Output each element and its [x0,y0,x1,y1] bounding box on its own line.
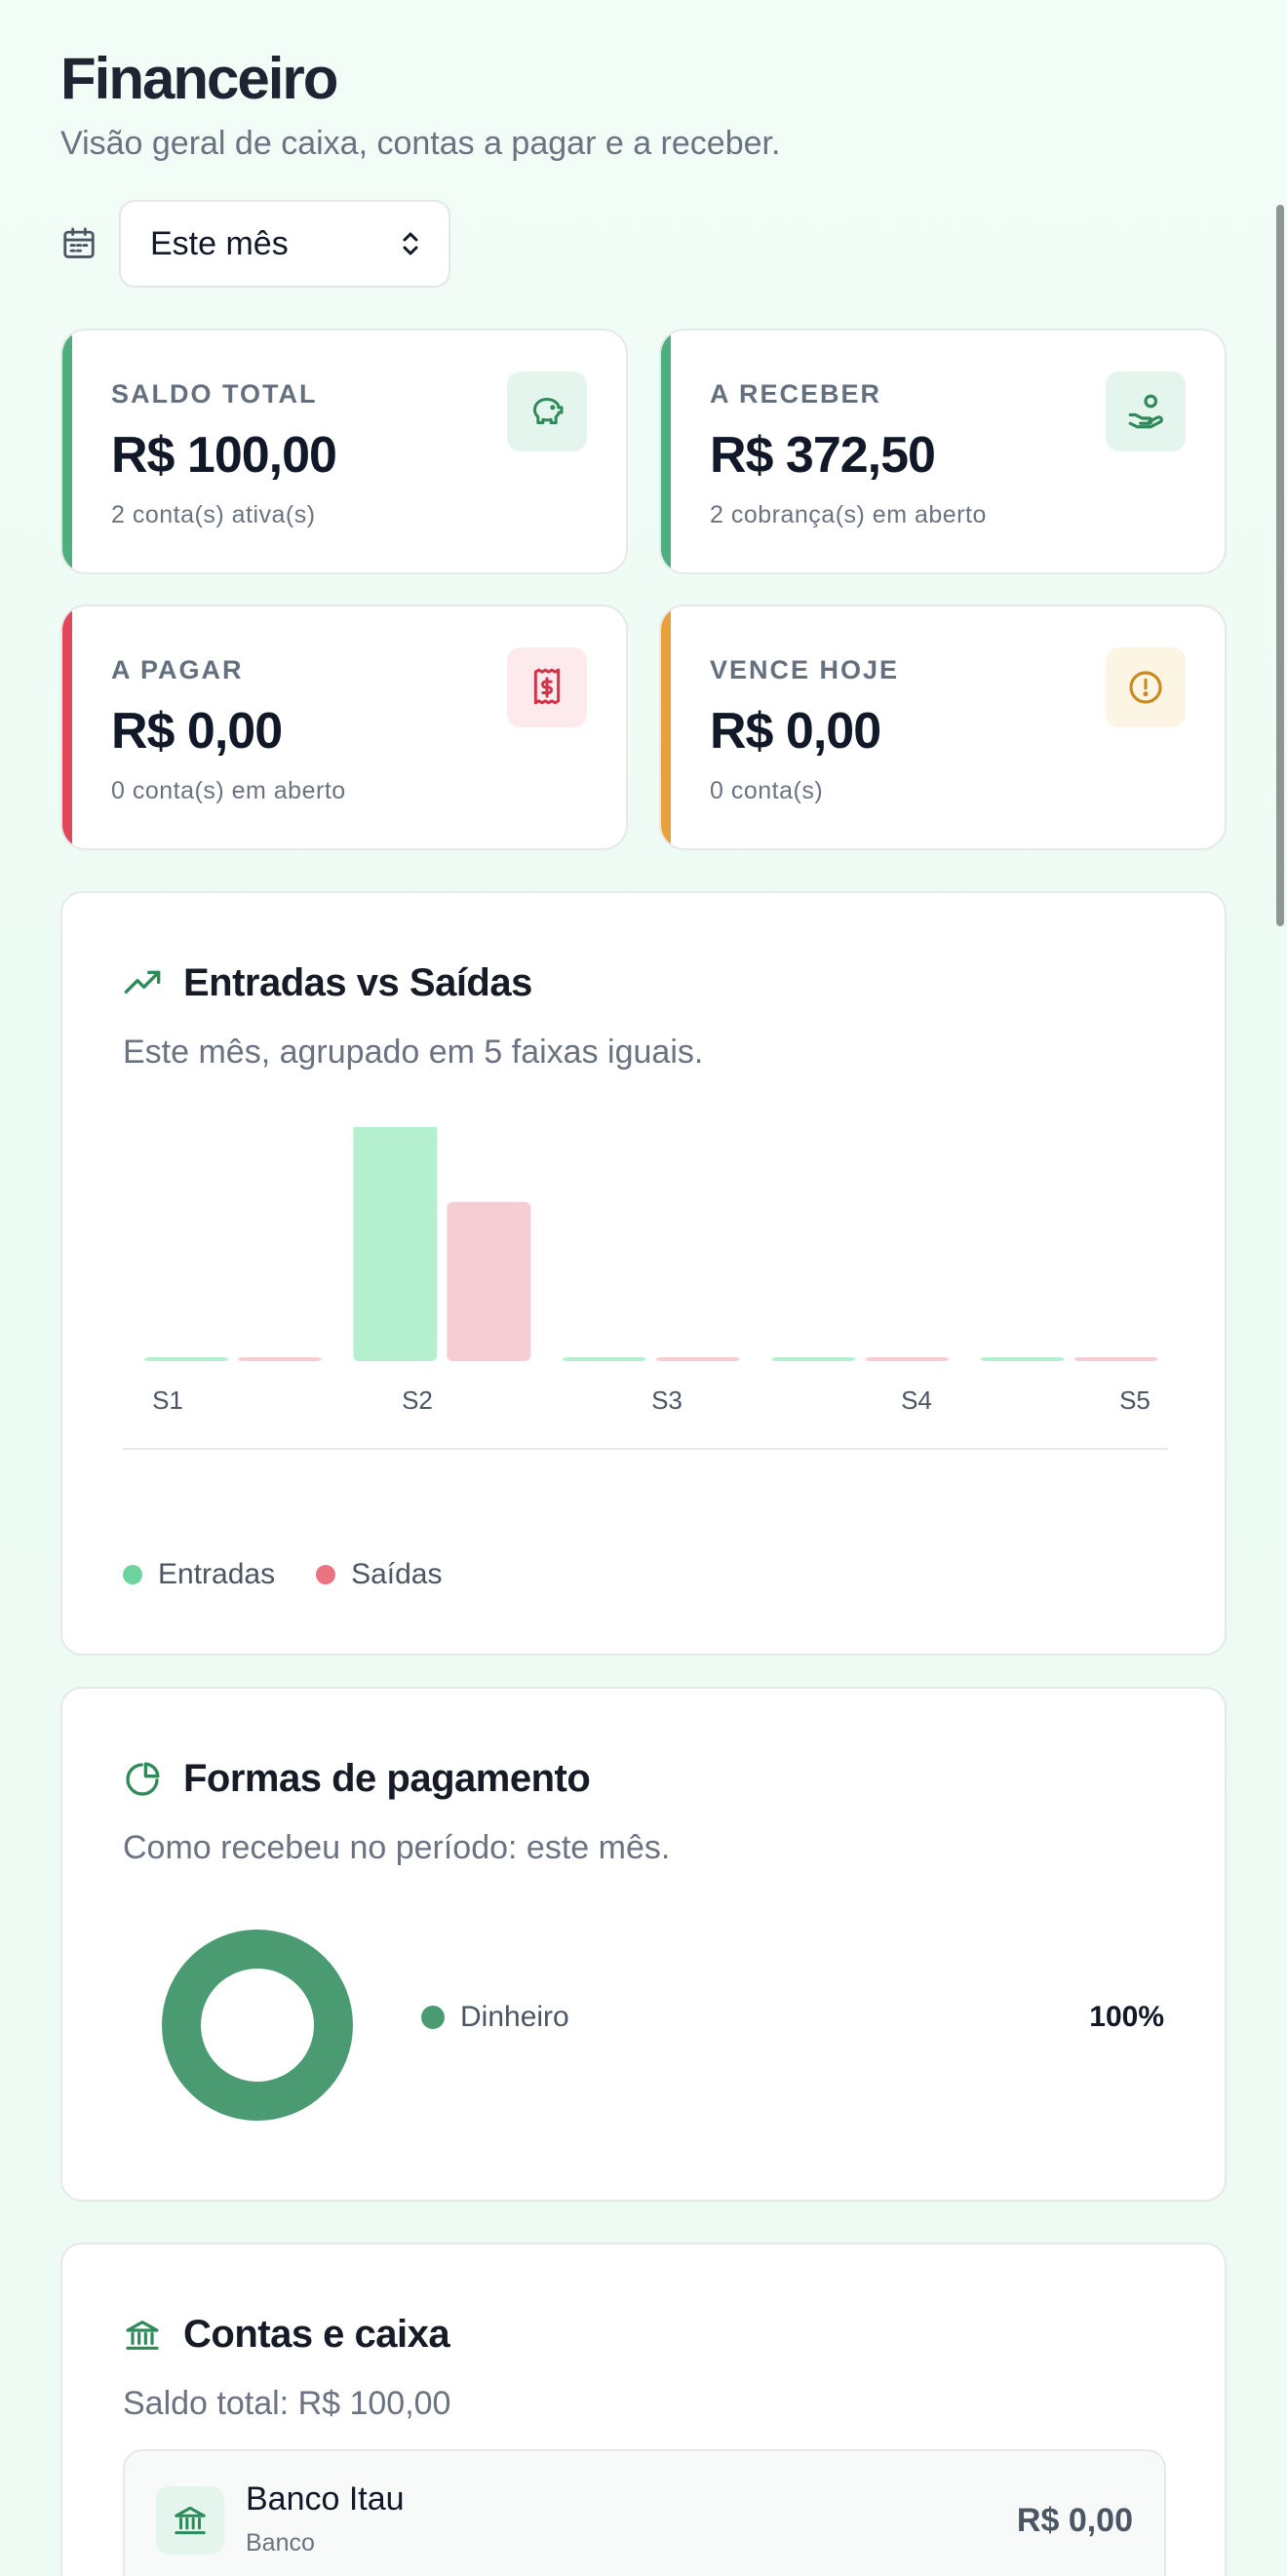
period-filter-row: Este mês [60,200,450,288]
x-tick-label: S3 [651,1386,682,1415]
x-tick-label: S2 [402,1386,433,1415]
cashflow-bar-chart: S1 S2 S3 S4 S5 [123,1127,1168,1450]
bar-sadas-s3[interactable] [655,1357,740,1361]
kpi-label: A PAGAR [111,655,244,684]
kpi-value: R$ 0,00 [111,703,283,760]
legend-item-entradas: Entradas [123,1558,275,1591]
kpi-value: R$ 372,50 [710,427,936,484]
bar-sadas-s1[interactable] [238,1357,322,1361]
payment-method-label: Dinheiro [460,2001,569,2033]
payment-methods-card: Formas de pagamento Como recebeu no perí… [60,1687,1227,2202]
payment-card-title: Formas de pagamento [123,1757,591,1801]
kpi-subtext: 2 cobrança(s) em aberto [710,501,987,528]
kpi-value: R$ 100,00 [111,427,337,484]
bank-icon [126,2320,159,2350]
pie-chart-icon [126,1762,160,1796]
x-tick-label: S4 [901,1386,932,1415]
payment-title-text: Formas de pagamento [183,1757,591,1800]
period-select-value: Este mês [150,224,289,262]
kpi-label: SALDO TOTAL [111,379,318,409]
legend-dot [316,1565,336,1584]
bank-icon [156,2486,224,2555]
cashflow-legend: Entradas Saídas [123,1558,483,1591]
account-balance: R$ 0,00 [1016,2502,1133,2539]
bar-entradas-s4[interactable] [771,1357,856,1361]
accounts-title-text: Contas e caixa [183,2313,450,2356]
bar-entradas-s3[interactable] [562,1357,646,1361]
cashflow-card-title: Entradas vs Saídas [123,961,532,1005]
payment-method-percent: 100% [1089,2001,1164,2033]
receipt-icon [507,647,587,727]
scrollbar[interactable] [1276,205,1284,926]
x-tick-label: S5 [1119,1386,1150,1415]
piggy-bank-icon [507,371,587,451]
kpi-value: R$ 0,00 [710,703,881,760]
kpi-accent-bar [62,331,72,572]
kpi-card-vence-hoje[interactable]: VENCE HOJE R$ 0,00 0 conta(s) [659,605,1227,850]
cashflow-subtitle: Este mês, agrupado em 5 faixas iguais. [123,1034,704,1071]
bar-sadas-s5[interactable] [1073,1357,1158,1361]
accounts-card-title: Contas e caixa [123,2313,450,2357]
kpi-subtext: 0 conta(s) em aberto [111,777,346,804]
bar-sadas-s2[interactable] [447,1201,531,1361]
calendar-icon [63,227,95,258]
alert-circle-icon [1106,647,1186,727]
legend-item-saidas: Saídas [316,1558,442,1591]
kpi-subtext: 0 conta(s) [710,777,824,804]
kpi-subtext: 2 conta(s) ativa(s) [111,501,316,528]
kpi-accent-bar [661,331,671,572]
bar-entradas-s2[interactable] [353,1127,438,1361]
kpi-card-saldo-total[interactable]: SALDO TOTAL R$ 100,00 2 conta(s) ativa(s… [60,329,628,574]
hand-coins-icon [1106,371,1186,451]
bar-entradas-s5[interactable] [980,1357,1065,1361]
legend-dot [421,2006,445,2029]
cashflow-title-text: Entradas vs Saídas [183,961,532,1004]
account-type: Banco [246,2529,315,2556]
payment-donut-chart [162,1930,353,2121]
bar-sadas-s4[interactable] [865,1357,950,1361]
payment-subtitle: Como recebeu no período: este mês. [123,1829,671,1866]
bar-entradas-s1[interactable] [144,1357,228,1361]
legend-label: Saídas [351,1558,443,1590]
legend-label: Entradas [158,1558,276,1590]
account-row-banco-itau[interactable]: Banco Itau Banco R$ 0,00 [123,2449,1166,2576]
kpi-card-a-pagar[interactable]: A PAGAR R$ 0,00 0 conta(s) em aberto [60,605,628,850]
kpi-label: A RECEBER [710,379,882,409]
donut-slice-dinheiro [162,1930,353,2121]
payment-legend-item: Dinheiro [421,2001,569,2034]
page-title: Financeiro [60,46,338,111]
account-name: Banco Itau [246,2480,405,2517]
legend-dot [123,1565,142,1584]
chevron-up-down-icon [403,232,418,255]
period-select[interactable]: Este mês [119,200,450,288]
x-tick-label: S1 [152,1386,183,1415]
kpi-accent-bar [62,606,72,848]
kpi-accent-bar [661,606,671,848]
cashflow-card: Entradas vs Saídas Este mês, agrupado em… [60,891,1227,1656]
page-subtitle: Visão geral de caixa, contas a pagar e a… [60,125,781,162]
trending-up-icon [124,970,161,994]
accounts-card: Contas e caixa Saldo total: R$ 100,00 Ba… [60,2243,1227,2576]
kpi-card-a-receber[interactable]: A RECEBER R$ 372,50 2 cobrança(s) em abe… [659,329,1227,574]
kpi-label: VENCE HOJE [710,655,900,684]
accounts-subtitle: Saldo total: R$ 100,00 [123,2385,451,2422]
